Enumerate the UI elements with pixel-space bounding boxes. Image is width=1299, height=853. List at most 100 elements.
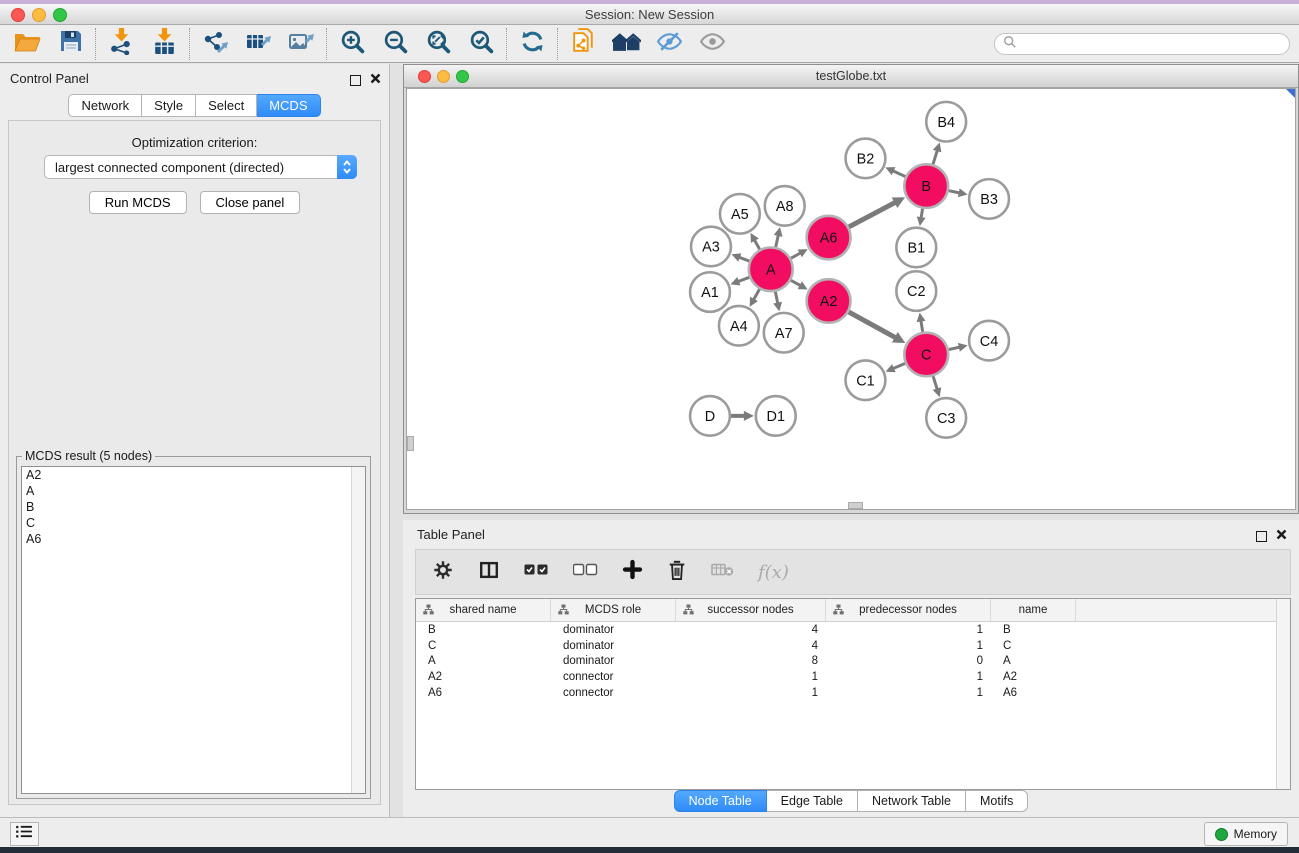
graph-edge-A-A1[interactable] <box>739 277 749 281</box>
birdseye-corner-icon[interactable] <box>1286 89 1295 98</box>
column-header-predecessor-nodes[interactable]: predecessor nodes <box>826 599 991 621</box>
graph-edge-C-C1[interactable] <box>894 363 905 368</box>
mcds-result-list[interactable]: A2ABCA6 <box>21 466 366 794</box>
export-image-button[interactable] <box>280 27 323 61</box>
table-row[interactable]: Cdominator41C <box>416 638 1290 654</box>
tab-mcds[interactable]: MCDS <box>257 94 320 117</box>
graph-edge-A-A2[interactable] <box>791 280 800 285</box>
network-graph[interactable]: B4B2BB3A5A8A6A3AB1A1A2C2A4A7C4CC1DD1C3 <box>407 89 1295 509</box>
export-table-button[interactable] <box>237 27 280 61</box>
search-input[interactable] <box>1021 36 1289 52</box>
table-cell[interactable]: dominator <box>551 655 676 667</box>
graph-edge-B-B3[interactable] <box>949 191 959 193</box>
table-row[interactable]: A2connector11A2 <box>416 669 1290 685</box>
select-all-button[interactable] <box>524 563 549 581</box>
table-cell[interactable]: 1 <box>826 687 991 699</box>
close-panel-button[interactable]: Close panel <box>200 191 301 214</box>
table-cell[interactable]: connector <box>551 671 676 683</box>
tab-style[interactable]: Style <box>142 94 196 117</box>
column-header-name[interactable]: name <box>991 599 1076 621</box>
table-cell[interactable]: 0 <box>826 655 991 667</box>
zoom-out-button[interactable] <box>374 27 417 61</box>
table-cell[interactable]: 1 <box>826 640 991 652</box>
table-cell[interactable]: A6 <box>991 687 1076 699</box>
task-history-button[interactable] <box>10 822 39 846</box>
float-table-panel-icon[interactable] <box>1256 531 1267 542</box>
graph-edge-A-A4[interactable] <box>754 289 760 299</box>
tab-motifs[interactable]: Motifs <box>966 790 1028 812</box>
table-cell[interactable]: 1 <box>676 687 826 699</box>
graph-edge-A-A7[interactable] <box>775 292 777 303</box>
table-row[interactable]: Bdominator41B <box>416 622 1290 638</box>
column-header-MCDS-role[interactable]: MCDS role <box>551 599 676 621</box>
table-cell[interactable]: C <box>991 640 1076 652</box>
graph-edge-A6-B[interactable] <box>849 203 895 227</box>
column-view-button[interactable] <box>478 559 500 586</box>
table-cell[interactable]: A2 <box>991 671 1076 683</box>
table-cell[interactable]: 4 <box>676 624 826 636</box>
graph-edge-A-A6[interactable] <box>791 253 800 258</box>
export-network-button[interactable] <box>194 27 237 61</box>
table-cell[interactable]: A <box>991 655 1076 667</box>
table-cell[interactable]: 1 <box>826 671 991 683</box>
graph-edge-B-B4[interactable] <box>933 151 937 164</box>
table-cell[interactable]: 4 <box>676 640 826 652</box>
table-cell[interactable]: dominator <box>551 640 676 652</box>
float-panel-icon[interactable] <box>350 75 361 86</box>
mcds-list-scrollbar[interactable] <box>351 467 365 793</box>
tab-network[interactable]: Network <box>68 94 142 117</box>
table-row[interactable]: Adominator80A <box>416 654 1290 670</box>
table-scrollbar[interactable] <box>1276 599 1290 789</box>
hide-eye-button[interactable] <box>648 27 691 61</box>
graph-edge-A-A3[interactable] <box>740 257 750 261</box>
open-file-button[interactable] <box>6 27 49 61</box>
table-cell[interactable]: A <box>416 655 551 667</box>
graph-edge-C-C3[interactable] <box>933 376 937 388</box>
zoom-fit-button[interactable] <box>417 27 460 61</box>
delete-column-button[interactable] <box>667 559 687 586</box>
document-network-button[interactable] <box>562 27 605 61</box>
table-cell[interactable]: C <box>416 640 551 652</box>
table-cell[interactable]: dominator <box>551 624 676 636</box>
import-table-button[interactable] <box>143 27 186 61</box>
table-cell[interactable]: 8 <box>676 655 826 667</box>
add-column-button[interactable] <box>622 559 643 585</box>
refresh-button[interactable] <box>511 27 554 61</box>
graph-edge-C-C2[interactable] <box>921 321 923 332</box>
column-header-successor-nodes[interactable]: successor nodes <box>676 599 826 621</box>
save-session-button[interactable] <box>49 27 92 61</box>
tab-network-table[interactable]: Network Table <box>858 790 966 812</box>
table-row[interactable]: A6connector11A6 <box>416 685 1290 701</box>
graph-edge-B-B1[interactable] <box>921 209 922 218</box>
network-window-titlebar[interactable]: testGlobe.txt <box>404 65 1298 88</box>
import-network-button[interactable] <box>100 27 143 61</box>
table-cell[interactable]: B <box>991 624 1076 636</box>
home-button[interactable] <box>605 27 648 61</box>
vertical-scroll-thumb[interactable] <box>407 436 414 451</box>
tab-select[interactable]: Select <box>196 94 257 117</box>
table-cell[interactable]: B <box>416 624 551 636</box>
network-canvas[interactable]: B4B2BB3A5A8A6A3AB1A1A2C2A4A7C4CC1DD1C3 <box>406 88 1296 510</box>
table-cell[interactable]: 1 <box>826 624 991 636</box>
memory-button[interactable]: Memory <box>1204 822 1288 846</box>
column-header-shared-name[interactable]: shared name <box>416 599 551 621</box>
tab-node-table[interactable]: Node Table <box>674 790 767 812</box>
graph-edge-A-A5[interactable] <box>755 241 760 250</box>
table-cell[interactable]: A2 <box>416 671 551 683</box>
table-cell[interactable]: 1 <box>676 671 826 683</box>
graph-edge-B-B2[interactable] <box>894 171 906 176</box>
zoom-in-button[interactable] <box>331 27 374 61</box>
run-mcds-button[interactable]: Run MCDS <box>89 191 187 214</box>
zoom-selected-button[interactable] <box>460 27 503 61</box>
graph-edge-A2-C[interactable] <box>849 312 895 337</box>
show-eye-button[interactable] <box>691 27 734 61</box>
criterion-dropdown[interactable]: largest connected component (directed) <box>44 155 357 179</box>
delete-table-button[interactable] <box>711 562 734 582</box>
deselect-all-button[interactable] <box>573 563 598 581</box>
function-builder-button[interactable]: f(x) <box>758 562 789 583</box>
table-cell[interactable]: connector <box>551 687 676 699</box>
graph-edge-C-C4[interactable] <box>949 347 959 349</box>
graph-edge-A-A8[interactable] <box>776 236 778 247</box>
tab-edge-table[interactable]: Edge Table <box>767 790 858 812</box>
horizontal-scroll-thumb[interactable] <box>848 502 863 509</box>
